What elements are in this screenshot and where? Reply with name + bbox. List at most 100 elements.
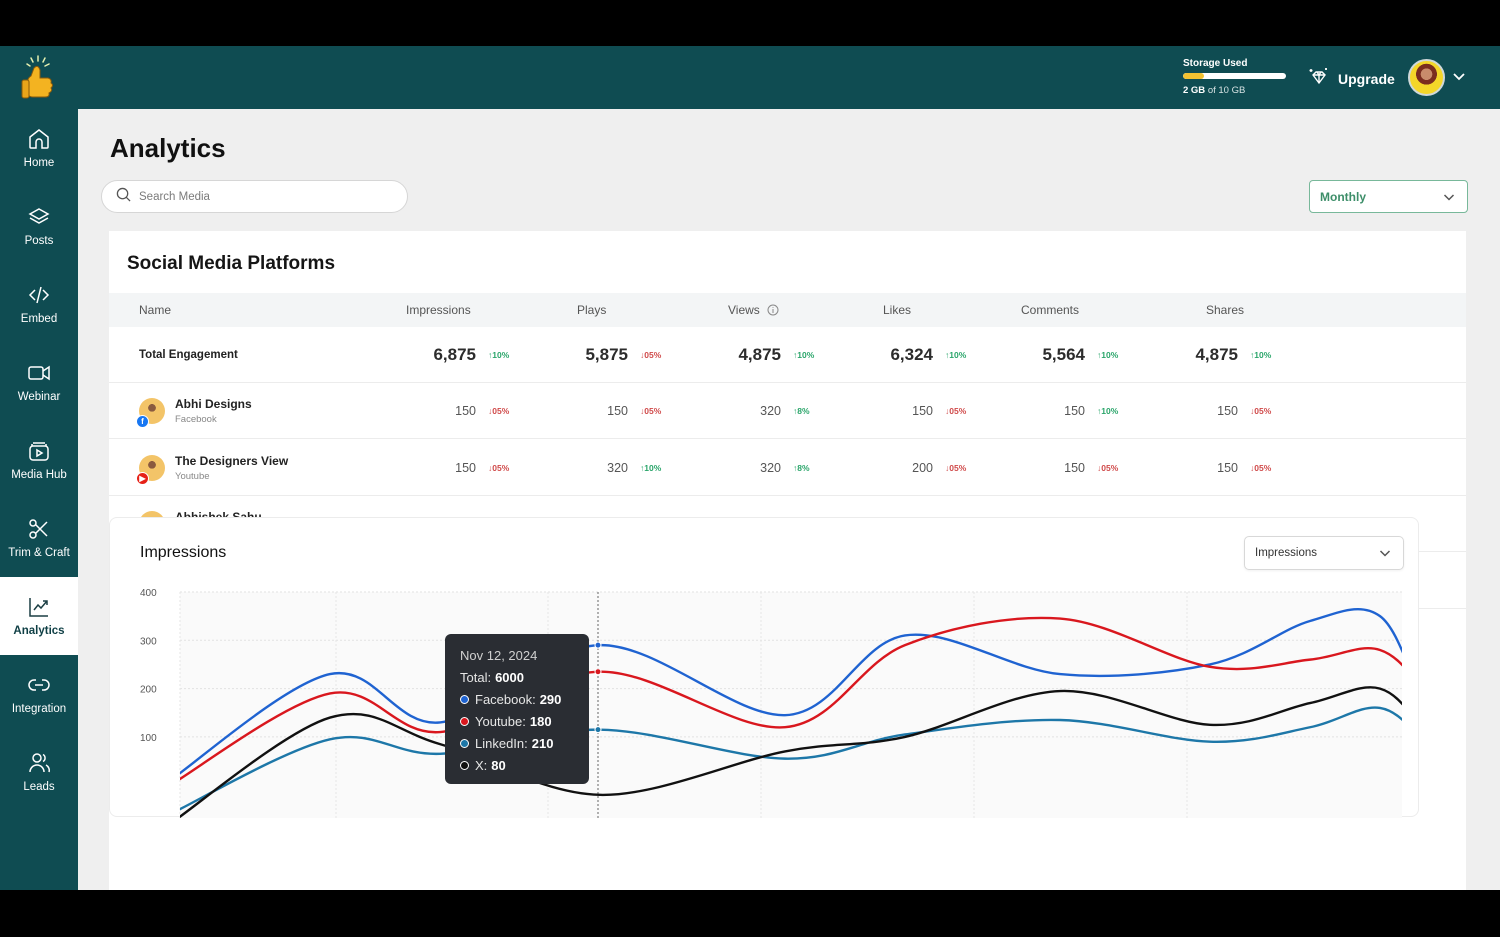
metric-cell: 6,875 ↑10% — [404, 327, 524, 383]
code-icon — [28, 286, 50, 304]
account-avatar: ▶ — [136, 454, 165, 485]
metric-value: 150 — [455, 460, 476, 475]
change-down-badge: ↓05% — [640, 350, 662, 360]
legend-dot-icon — [460, 738, 469, 748]
change-up-badge: ↑10% — [1097, 406, 1119, 416]
sidebar-item-label: Trim & Craft — [8, 547, 70, 559]
metric-value: 150 — [1064, 460, 1085, 475]
column-header-views-label: Views — [728, 303, 760, 317]
sidebar-item-label: Media Hub — [11, 469, 67, 481]
metric-value: 150 — [1064, 404, 1085, 418]
metric-value: 6,324 — [890, 345, 933, 364]
change-down-badge: ↓05% — [945, 406, 967, 416]
change-up-badge: ↑10% — [1250, 350, 1272, 360]
metric-cell: 4,875 ↑10% — [1166, 327, 1286, 383]
metric-cell: 320 ↑10% — [556, 440, 676, 496]
change-up-badge: ↑10% — [1097, 350, 1119, 360]
metric-cell: 4,875 ↑10% — [709, 327, 829, 383]
platform-name: Youtube — [175, 470, 210, 482]
hover-point — [594, 641, 602, 649]
sidebar-item-label: Embed — [20, 313, 58, 325]
metric-value: 4,875 — [738, 345, 781, 364]
table-header: Name Impressions Plays Views Likes Comme… — [109, 293, 1466, 327]
metric-value: 320 — [760, 460, 781, 475]
tooltip-item-value: 210 — [531, 735, 554, 751]
tooltip-total: Total: 6000 — [460, 666, 574, 688]
period-select[interactable]: Monthly — [1309, 180, 1468, 213]
hover-point — [594, 668, 602, 676]
metric-value: 150 — [455, 404, 476, 418]
user-avatar[interactable] — [1408, 59, 1445, 96]
storage-bar — [1183, 73, 1286, 79]
impressions-line-chart: 400 300 200 100 — [140, 588, 1402, 818]
search-box[interactable] — [101, 180, 408, 213]
tooltip-item-value: 180 — [529, 713, 552, 729]
name-cell: ▶ The Designers View Youtube — [136, 440, 288, 496]
tooltip-items: Facebook: 290 Youtube: 180 LinkedIn: 210 X: 80 — [460, 688, 574, 776]
tooltip-item: LinkedIn: 210 — [460, 732, 574, 754]
column-header-shares: Shares — [1206, 303, 1245, 317]
sidebar-item-integration[interactable]: Integration — [0, 655, 78, 733]
sidebar-item-leads[interactable]: Leads — [0, 733, 78, 811]
upgrade-label: Upgrade — [1338, 70, 1395, 87]
change-down-badge: ↓05% — [1097, 462, 1119, 473]
sidebar-item-webinar[interactable]: Webinar — [0, 343, 78, 421]
metric-cell: 150 ↓05% — [556, 383, 676, 439]
storage-amount: 2 GB of 10 GB — [1183, 85, 1286, 96]
sidebar-item-media-hub[interactable]: Media Hub — [0, 421, 78, 499]
metric-value: 5,564 — [1042, 345, 1085, 364]
metric-value: 150 — [1217, 460, 1238, 475]
metric-cell: 150 ↓05% — [404, 383, 524, 439]
y-tick-label: 400 — [140, 588, 157, 599]
storage-total-value: of 10 GB — [1205, 85, 1246, 96]
column-header-name: Name — [139, 303, 172, 317]
chevron-down-icon — [1443, 193, 1455, 201]
metric-cell: 150 ↓05% — [861, 383, 981, 439]
upgrade-button[interactable]: Upgrade — [1308, 66, 1395, 91]
video-icon — [28, 365, 50, 381]
chart-tooltip: Nov 12, 2024 Total: 6000 Facebook: 290 Yout… — [445, 634, 589, 784]
app-window: Storage Used 2 GB of 10 GB Upgrade Home — [0, 46, 1500, 890]
sidebar-item-embed[interactable]: Embed — [0, 265, 78, 343]
change-up-badge: ↑10% — [488, 350, 510, 360]
thumbs-up-logo-icon[interactable] — [18, 54, 58, 102]
sidebar-item-label: Home — [23, 157, 55, 169]
metric-cell: 320 ↑8% — [709, 383, 829, 439]
sidebar-item-trim-craft[interactable]: Trim & Craft — [0, 499, 78, 577]
youtube-icon: ▶ — [136, 471, 149, 485]
section-title: Social Media Platforms — [127, 253, 336, 274]
change-down-badge: ↓05% — [1250, 406, 1272, 416]
users-icon — [29, 753, 50, 773]
impressions-chart-card: Impressions Impressions 400 300 200 100 Nov… — [109, 517, 1419, 818]
change-down-badge: ↓05% — [488, 462, 510, 473]
column-header-views: Views — [728, 303, 779, 317]
diamond-icon — [1308, 66, 1330, 91]
platform-name: Facebook — [175, 414, 217, 425]
storage-label: Storage Used — [1183, 58, 1248, 69]
legend-dot-icon — [460, 694, 469, 704]
sidebar-item-analytics[interactable]: Analytics — [0, 577, 78, 655]
metric-cell: 150 ↓05% — [1166, 383, 1286, 439]
tooltip-item-label: Facebook: — [475, 691, 536, 707]
period-select-value: Monthly — [1320, 189, 1366, 204]
link-icon — [28, 679, 50, 691]
tooltip-item: Facebook: 290 — [460, 688, 574, 710]
tooltip-total-label: Total: — [460, 669, 492, 685]
sidebar-item-posts[interactable]: Posts — [0, 187, 78, 265]
legend-dot-icon — [460, 716, 469, 726]
table-row[interactable]: f Abhi Designs Facebook 150 ↓05% 150 ↓05% 320 ↑8… — [109, 383, 1466, 439]
total-engagement-label: Total Engagement — [139, 349, 238, 361]
total-engagement-row: Total Engagement 6,875 ↑10% 5,875 ↓05% 4,875 ↑… — [109, 327, 1466, 383]
account-menu-chevron-icon[interactable] — [1452, 70, 1466, 89]
change-down-badge: ↓05% — [1250, 462, 1272, 473]
metric-cell: 200 ↓05% — [861, 440, 981, 496]
info-icon[interactable] — [767, 304, 779, 316]
table-row[interactable]: ▶ The Designers View Youtube 150 ↓05% 320 ↑10%… — [109, 440, 1466, 496]
change-down-badge: ↓05% — [945, 462, 967, 473]
search-input[interactable] — [139, 190, 379, 203]
metric-cell: 150 ↓05% — [404, 440, 524, 496]
sidebar-item-home[interactable]: Home — [0, 109, 78, 187]
column-header-impressions: Impressions — [406, 303, 471, 317]
tooltip-total-value: 6000 — [495, 669, 524, 685]
hover-point — [594, 726, 602, 734]
